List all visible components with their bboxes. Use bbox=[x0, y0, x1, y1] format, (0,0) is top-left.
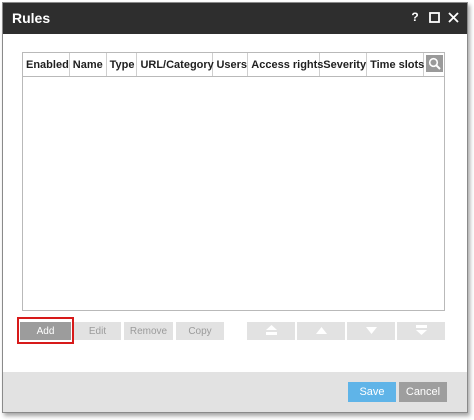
add-button[interactable]: Add bbox=[20, 322, 71, 340]
close-icon[interactable] bbox=[447, 10, 459, 24]
column-header-enabled[interactable]: Enabled bbox=[23, 53, 70, 76]
save-button-label: Save bbox=[359, 386, 385, 398]
column-header-severity[interactable]: Severity bbox=[320, 53, 368, 76]
move-bottom-button[interactable] bbox=[397, 322, 445, 340]
move-up-button[interactable] bbox=[297, 322, 345, 340]
move-down-button[interactable] bbox=[347, 322, 395, 340]
remove-button-label: Remove bbox=[129, 325, 168, 337]
rules-toolbar: Add Edit Remove Copy bbox=[17, 317, 446, 344]
save-button[interactable]: Save bbox=[348, 382, 396, 402]
rules-table: Enabled Name Type URL/Category Users Acc… bbox=[22, 52, 445, 311]
help-icon[interactable]: ? bbox=[409, 10, 421, 24]
move-up-icon bbox=[315, 326, 327, 337]
cancel-button[interactable]: Cancel bbox=[399, 382, 447, 402]
search-icon[interactable] bbox=[426, 55, 443, 72]
window-controls: ? bbox=[409, 10, 459, 24]
table-body bbox=[23, 77, 444, 311]
remove-button[interactable]: Remove bbox=[124, 322, 173, 340]
move-top-icon bbox=[265, 324, 277, 338]
column-header-name[interactable]: Name bbox=[70, 53, 107, 76]
move-top-button[interactable] bbox=[247, 322, 295, 340]
edit-button[interactable]: Edit bbox=[74, 322, 121, 340]
dialog-title: Rules bbox=[12, 10, 51, 26]
copy-button[interactable]: Copy bbox=[176, 322, 224, 340]
cancel-button-label: Cancel bbox=[405, 386, 441, 398]
title-bar: Rules ? bbox=[3, 3, 467, 34]
edit-button-label: Edit bbox=[88, 325, 107, 337]
column-header-time-slots[interactable]: Time slots bbox=[367, 53, 424, 76]
column-header-type[interactable]: Type bbox=[107, 53, 138, 76]
dialog-footer: Save Cancel bbox=[3, 372, 467, 412]
column-header-users[interactable]: Users bbox=[213, 53, 249, 76]
move-bottom-icon bbox=[415, 324, 427, 338]
rules-dialog: Rules ? Enabled Name Type URL/Category U… bbox=[2, 2, 468, 413]
maximize-icon[interactable] bbox=[428, 10, 440, 24]
table-header: Enabled Name Type URL/Category Users Acc… bbox=[23, 53, 444, 77]
copy-button-label: Copy bbox=[188, 325, 212, 337]
move-down-icon bbox=[365, 326, 377, 337]
column-header-access-rights[interactable]: Access rights bbox=[248, 53, 323, 76]
add-button-label: Add bbox=[36, 325, 55, 337]
column-header-url-category[interactable]: URL/Category bbox=[137, 53, 214, 76]
